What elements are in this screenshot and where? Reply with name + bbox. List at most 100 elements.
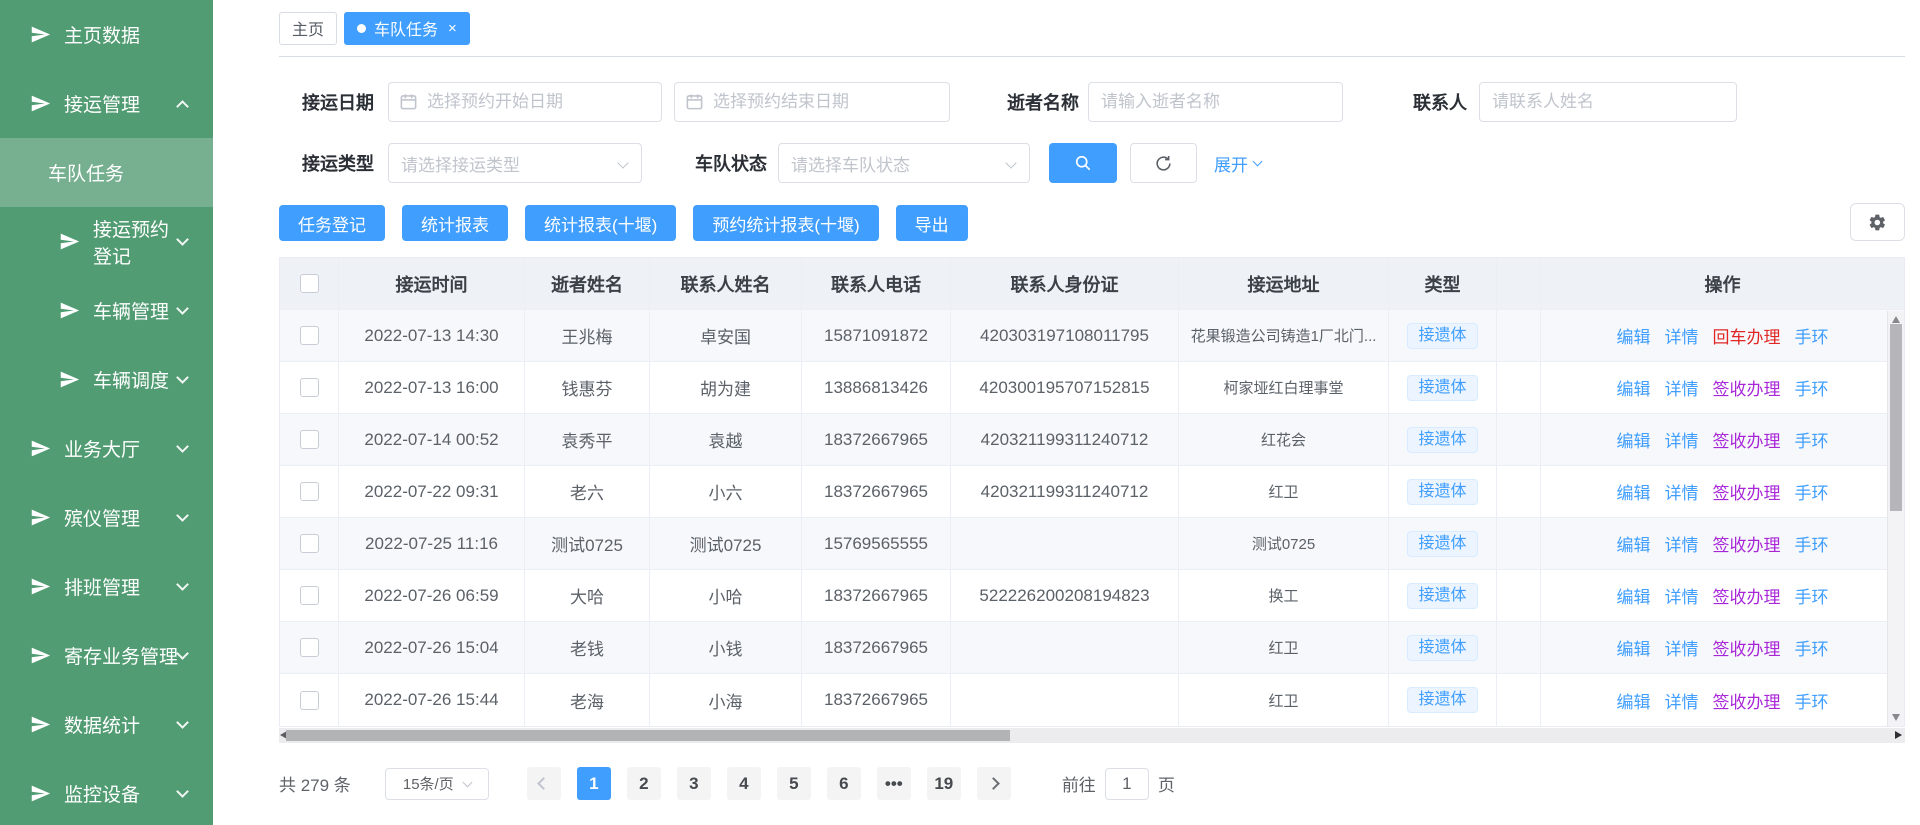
wristband-link[interactable]: 手环 (1795, 375, 1829, 400)
scroll-up-icon[interactable] (1892, 316, 1900, 323)
detail-link[interactable]: 详情 (1665, 375, 1699, 400)
sidebar-item[interactable]: 监控设备 (0, 759, 213, 825)
filter-row-1: 接运日期 逝者名称 联系人 (279, 82, 1905, 122)
row-checkbox[interactable] (300, 691, 319, 710)
sidebar-item[interactable]: 车辆管理 (0, 276, 213, 345)
wristband-link[interactable]: 手环 (1795, 531, 1829, 556)
toolbar-button[interactable]: 任务登记 (279, 205, 385, 241)
end-date-input[interactable] (674, 82, 950, 122)
wristband-link[interactable]: 手环 (1795, 688, 1829, 713)
refresh-button[interactable] (1130, 143, 1197, 183)
detail-link[interactable]: 详情 (1665, 323, 1699, 348)
tab-fleet-task[interactable]: 车队任务 × (344, 12, 470, 45)
pickup-type-select[interactable]: 请选择接运类型 (388, 143, 642, 183)
row-checkbox[interactable] (300, 534, 319, 553)
page-number-button[interactable]: 4 (727, 767, 761, 800)
sidebar-item[interactable]: 接运预约登记 (0, 207, 213, 276)
page-number-button[interactable]: 3 (677, 767, 711, 800)
search-icon (1073, 153, 1093, 173)
process-link[interactable]: 签收办理 (1713, 635, 1781, 660)
process-link[interactable]: 签收办理 (1713, 375, 1781, 400)
page-number-button[interactable]: 6 (827, 767, 861, 800)
detail-link[interactable]: 详情 (1665, 635, 1699, 660)
tab-home[interactable]: 主页 (279, 12, 337, 45)
row-checkbox[interactable] (300, 430, 319, 449)
page-size-select[interactable]: 15条/页 (385, 768, 489, 800)
horizontal-scrollbar-thumb[interactable] (286, 730, 1010, 741)
detail-link[interactable]: 详情 (1665, 427, 1699, 452)
row-checkbox[interactable] (300, 638, 319, 657)
cell-deceased-name: 钱惠芬 (525, 362, 650, 413)
contact-input[interactable] (1479, 82, 1737, 122)
toolbar-button[interactable]: 统计报表(十堰) (525, 205, 676, 241)
detail-link[interactable]: 详情 (1665, 688, 1699, 713)
process-link[interactable]: 签收办理 (1713, 583, 1781, 608)
wristband-link[interactable]: 手环 (1795, 479, 1829, 504)
edit-link[interactable]: 编辑 (1617, 479, 1651, 504)
edit-link[interactable]: 编辑 (1617, 688, 1651, 713)
wristband-link[interactable]: 手环 (1795, 583, 1829, 608)
toolbar-button[interactable]: 统计报表 (402, 205, 508, 241)
row-checkbox[interactable] (300, 326, 319, 345)
search-button[interactable] (1049, 143, 1117, 183)
page-number-button[interactable]: 1 (577, 767, 611, 800)
toolbar-button[interactable]: 导出 (896, 205, 968, 241)
sidebar-item[interactable]: 寄存业务管理 (0, 621, 213, 690)
page-number-button[interactable]: ••• (877, 767, 911, 800)
process-link[interactable]: 签收办理 (1713, 427, 1781, 452)
sidebar-item[interactable]: 数据统计 (0, 690, 213, 759)
row-checkbox[interactable] (300, 586, 319, 605)
toolbar-button[interactable]: 预约统计报表(十堰) (693, 205, 878, 241)
vertical-scrollbar-thumb[interactable] (1890, 324, 1902, 511)
column-settings-button[interactable] (1850, 203, 1905, 241)
edit-link[interactable]: 编辑 (1617, 531, 1651, 556)
select-all-checkbox[interactable] (300, 274, 319, 293)
page-number-button[interactable]: 19 (927, 767, 961, 800)
next-page-button[interactable] (977, 767, 1011, 800)
start-date-input[interactable] (388, 82, 662, 122)
scroll-right-icon[interactable] (1895, 731, 1902, 739)
detail-link[interactable]: 详情 (1665, 531, 1699, 556)
wristband-link[interactable]: 手环 (1795, 635, 1829, 660)
fleet-status-select[interactable]: 请选择车队状态 (778, 143, 1030, 183)
sidebar-item[interactable]: 主页数据 (0, 0, 213, 69)
edit-link[interactable]: 编辑 (1617, 583, 1651, 608)
scroll-down-icon[interactable] (1892, 714, 1900, 721)
edit-link[interactable]: 编辑 (1617, 427, 1651, 452)
goto-page-input[interactable] (1105, 768, 1149, 800)
cell-contact-phone: 18372667965 (802, 414, 951, 465)
process-link[interactable]: 签收办理 (1713, 531, 1781, 556)
sidebar-item[interactable]: 业务大厅 (0, 414, 213, 483)
page-number-button[interactable]: 2 (627, 767, 661, 800)
edit-link[interactable]: 编辑 (1617, 635, 1651, 660)
detail-link[interactable]: 详情 (1665, 479, 1699, 504)
edit-link[interactable]: 编辑 (1617, 323, 1651, 348)
sidebar-item[interactable]: 排班管理 (0, 552, 213, 621)
deceased-name-input[interactable] (1088, 82, 1343, 122)
cell-contact-phone: 18372667965 (802, 466, 951, 517)
row-checkbox[interactable] (300, 482, 319, 501)
sidebar-item[interactable]: 殡仪管理 (0, 483, 213, 552)
process-link[interactable]: 签收办理 (1713, 688, 1781, 713)
row-checkbox[interactable] (300, 378, 319, 397)
process-link[interactable]: 回车办理 (1713, 323, 1781, 348)
sidebar-item[interactable]: 车队任务 (0, 138, 213, 207)
horizontal-scrollbar[interactable] (279, 728, 1905, 743)
page-numbers: 1 2 3 4 5 6 ••• 19 (569, 767, 969, 800)
cell-operations: 编辑 详情 签收办理 手环 (1541, 518, 1904, 569)
edit-link[interactable]: 编辑 (1617, 375, 1651, 400)
cell-pickup-time: 2022-07-22 09:31 (339, 466, 525, 517)
sidebar-item-label: 业务大厅 (64, 435, 140, 462)
sidebar-item[interactable]: 车辆调度 (0, 345, 213, 414)
close-icon[interactable]: × (448, 21, 457, 36)
prev-page-button[interactable] (527, 767, 561, 800)
expand-toggle[interactable]: 展开 (1214, 151, 1261, 176)
wristband-link[interactable]: 手环 (1795, 323, 1829, 348)
vertical-scrollbar[interactable] (1887, 311, 1904, 726)
process-link[interactable]: 签收办理 (1713, 479, 1781, 504)
chevron-down-icon (462, 777, 472, 787)
sidebar-item[interactable]: 接运管理 (0, 69, 213, 138)
detail-link[interactable]: 详情 (1665, 583, 1699, 608)
page-number-button[interactable]: 5 (777, 767, 811, 800)
wristband-link[interactable]: 手环 (1795, 427, 1829, 452)
